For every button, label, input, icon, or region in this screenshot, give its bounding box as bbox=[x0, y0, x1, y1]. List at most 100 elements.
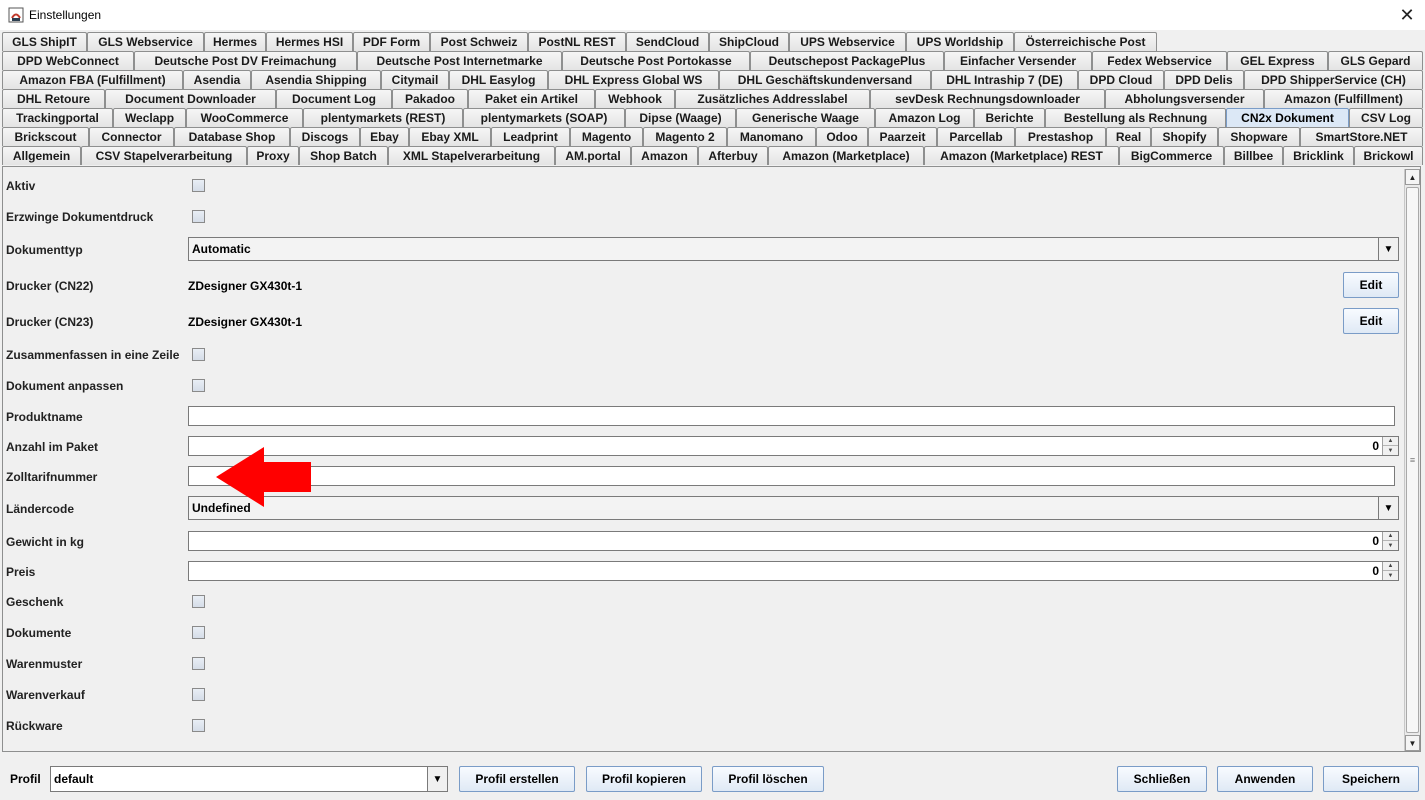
tab-plentymarkets-soap[interactable]: plentymarkets (SOAP) bbox=[463, 108, 625, 127]
tab-österreichische-post[interactable]: Österreichische Post bbox=[1014, 32, 1157, 51]
profil-erstellen-button[interactable]: Profil erstellen bbox=[459, 766, 575, 792]
tab-gls-webservice[interactable]: GLS Webservice bbox=[87, 32, 204, 51]
spin-up-icon[interactable]: ▲ bbox=[1383, 437, 1398, 446]
tab-gls-shipit[interactable]: GLS ShipIT bbox=[2, 32, 87, 51]
tab-xml-stapelverarbeitung[interactable]: XML Stapelverarbeitung bbox=[388, 146, 555, 165]
tab-pakadoo[interactable]: Pakadoo bbox=[392, 89, 468, 108]
aktiv-checkbox[interactable] bbox=[192, 179, 205, 192]
tab-einfacher-versender[interactable]: Einfacher Versender bbox=[944, 51, 1092, 70]
tab-paarzeit[interactable]: Paarzeit bbox=[868, 127, 937, 146]
tab-dhl-intraship-7-de[interactable]: DHL Intraship 7 (DE) bbox=[931, 70, 1078, 89]
tab-fedex-webservice[interactable]: Fedex Webservice bbox=[1092, 51, 1227, 70]
tab-amazon-marketplace-rest[interactable]: Amazon (Marketplace) REST bbox=[924, 146, 1119, 165]
tab-odoo[interactable]: Odoo bbox=[816, 127, 868, 146]
dokumente-checkbox[interactable] bbox=[192, 626, 205, 639]
tab-csv-stapelverarbeitung[interactable]: CSV Stapelverarbeitung bbox=[81, 146, 247, 165]
tab-citymail[interactable]: Citymail bbox=[381, 70, 449, 89]
profil-loeschen-button[interactable]: Profil löschen bbox=[712, 766, 824, 792]
tab-amazon-fba-fulfillment[interactable]: Amazon FBA (Fulfillment) bbox=[2, 70, 183, 89]
spin-up-icon[interactable]: ▲ bbox=[1383, 562, 1398, 571]
speichern-button[interactable]: Speichern bbox=[1323, 766, 1419, 792]
tab-weclapp[interactable]: Weclapp bbox=[113, 108, 186, 127]
tab-connector[interactable]: Connector bbox=[89, 127, 174, 146]
tab-amazon[interactable]: Amazon bbox=[631, 146, 698, 165]
tab-shop-batch[interactable]: Shop Batch bbox=[299, 146, 388, 165]
tab-real[interactable]: Real bbox=[1106, 127, 1151, 146]
tab-gls-gepard[interactable]: GLS Gepard bbox=[1328, 51, 1423, 70]
tab-hermes[interactable]: Hermes bbox=[204, 32, 266, 51]
tab-ups-webservice[interactable]: UPS Webservice bbox=[789, 32, 906, 51]
tab-dhl-easylog[interactable]: DHL Easylog bbox=[449, 70, 548, 89]
tab-dpd-delis[interactable]: DPD Delis bbox=[1164, 70, 1244, 89]
tab-allgemein[interactable]: Allgemein bbox=[2, 146, 81, 165]
tab-discogs[interactable]: Discogs bbox=[290, 127, 360, 146]
tab-dhl-geschäftskundenversand[interactable]: DHL Geschäftskundenversand bbox=[719, 70, 931, 89]
tab-parcellab[interactable]: Parcellab bbox=[937, 127, 1015, 146]
tab-dpd-shipperservice-ch[interactable]: DPD ShipperService (CH) bbox=[1244, 70, 1423, 89]
produktname-input[interactable] bbox=[188, 406, 1395, 426]
tab-prestashop[interactable]: Prestashop bbox=[1015, 127, 1106, 146]
laendercode-select[interactable]: Undefined ▼ bbox=[188, 496, 1399, 520]
schliessen-button[interactable]: Schließen bbox=[1117, 766, 1207, 792]
tab-ebay[interactable]: Ebay bbox=[360, 127, 409, 146]
spin-down-icon[interactable]: ▼ bbox=[1383, 541, 1398, 550]
profil-kopieren-button[interactable]: Profil kopieren bbox=[586, 766, 702, 792]
dokumenttyp-select[interactable]: Automatic ▼ bbox=[188, 237, 1399, 261]
tab-post-schweiz[interactable]: Post Schweiz bbox=[430, 32, 528, 51]
preis-spinner[interactable]: 0 ▲ ▼ bbox=[188, 561, 1399, 581]
tab-trackingportal[interactable]: Trackingportal bbox=[2, 108, 113, 127]
anwenden-button[interactable]: Anwenden bbox=[1217, 766, 1313, 792]
tab-asendia-shipping[interactable]: Asendia Shipping bbox=[251, 70, 381, 89]
spin-down-icon[interactable]: ▼ bbox=[1383, 446, 1398, 455]
tab-sendcloud[interactable]: SendCloud bbox=[626, 32, 709, 51]
tab-afterbuy[interactable]: Afterbuy bbox=[698, 146, 768, 165]
tab-dpd-webconnect[interactable]: DPD WebConnect bbox=[2, 51, 134, 70]
tab-sevdesk-rechnungsdownloader[interactable]: sevDesk Rechnungsdownloader bbox=[870, 89, 1105, 108]
tab-shipcloud[interactable]: ShipCloud bbox=[709, 32, 789, 51]
tab-abholungsversender[interactable]: Abholungsversender bbox=[1105, 89, 1264, 108]
spin-down-icon[interactable]: ▼ bbox=[1383, 571, 1398, 580]
tab-asendia[interactable]: Asendia bbox=[183, 70, 251, 89]
tab-am-portal[interactable]: AM.portal bbox=[555, 146, 631, 165]
tab-amazon-fulfillment[interactable]: Amazon (Fulfillment) bbox=[1264, 89, 1423, 108]
tab-pdf-form[interactable]: PDF Form bbox=[353, 32, 430, 51]
tab-smartstore-net[interactable]: SmartStore.NET bbox=[1300, 127, 1423, 146]
tab-csv-log[interactable]: CSV Log bbox=[1349, 108, 1423, 127]
tab-deutsche-post-portokasse[interactable]: Deutsche Post Portokasse bbox=[562, 51, 750, 70]
gewicht-spinner[interactable]: 0 ▲ ▼ bbox=[188, 531, 1399, 551]
chevron-down-icon[interactable]: ▼ bbox=[1378, 497, 1398, 519]
tab-paket-ein-artikel[interactable]: Paket ein Artikel bbox=[468, 89, 595, 108]
erzwinge-checkbox[interactable] bbox=[192, 210, 205, 223]
tab-woocommerce[interactable]: WooCommerce bbox=[186, 108, 303, 127]
tab-brickscout[interactable]: Brickscout bbox=[2, 127, 89, 146]
tab-plentymarkets-rest[interactable]: plentymarkets (REST) bbox=[303, 108, 463, 127]
drucker23-edit-button[interactable]: Edit bbox=[1343, 308, 1399, 334]
anpassen-checkbox[interactable] bbox=[192, 379, 205, 392]
zolltarif-input[interactable] bbox=[188, 466, 1395, 486]
tab-shopify[interactable]: Shopify bbox=[1151, 127, 1218, 146]
anzahl-spinner[interactable]: 0 ▲ ▼ bbox=[188, 436, 1399, 456]
warenverkauf-checkbox[interactable] bbox=[192, 688, 205, 701]
tab-hermes-hsi[interactable]: Hermes HSI bbox=[266, 32, 353, 51]
geschenk-checkbox[interactable] bbox=[192, 595, 205, 608]
tab-bricklink[interactable]: Bricklink bbox=[1283, 146, 1354, 165]
zusammenfassen-checkbox[interactable] bbox=[192, 348, 205, 361]
tab-postnl-rest[interactable]: PostNL REST bbox=[528, 32, 626, 51]
tab-ups-worldship[interactable]: UPS Worldship bbox=[906, 32, 1014, 51]
tab-document-downloader[interactable]: Document Downloader bbox=[105, 89, 276, 108]
tab-magento[interactable]: Magento bbox=[570, 127, 643, 146]
close-icon[interactable]: ✕ bbox=[1389, 0, 1425, 30]
tab-deutsche-post-dv-freimachung[interactable]: Deutsche Post DV Freimachung bbox=[134, 51, 357, 70]
tab-magento-2[interactable]: Magento 2 bbox=[643, 127, 727, 146]
tab-proxy[interactable]: Proxy bbox=[247, 146, 299, 165]
drucker22-edit-button[interactable]: Edit bbox=[1343, 272, 1399, 298]
tab-billbee[interactable]: Billbee bbox=[1224, 146, 1283, 165]
tab-berichte[interactable]: Berichte bbox=[974, 108, 1045, 127]
tab-leadprint[interactable]: Leadprint bbox=[491, 127, 570, 146]
tab-webhook[interactable]: Webhook bbox=[595, 89, 675, 108]
tab-dpd-cloud[interactable]: DPD Cloud bbox=[1078, 70, 1164, 89]
tab-shopware[interactable]: Shopware bbox=[1218, 127, 1300, 146]
tab-bestellung-als-rechnung[interactable]: Bestellung als Rechnung bbox=[1045, 108, 1226, 127]
chevron-down-icon[interactable]: ▼ bbox=[427, 767, 447, 791]
tab-bigcommerce[interactable]: BigCommerce bbox=[1119, 146, 1224, 165]
